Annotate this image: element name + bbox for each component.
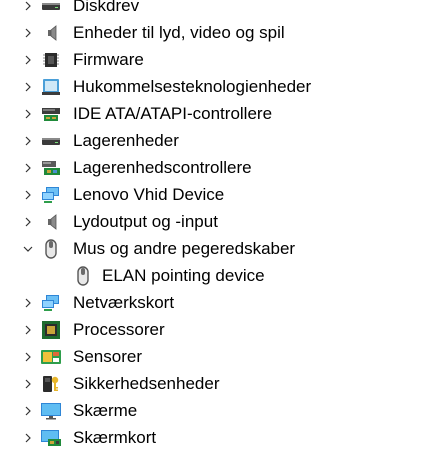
tree-item-netvaerkskort[interactable]: Netværkskort [0, 289, 437, 316]
chevron-right-icon[interactable] [20, 127, 36, 154]
tree-item-lagerenhedscontrollere[interactable]: Lagerenhedscontrollere [0, 154, 437, 181]
sensor-icon [40, 347, 62, 366]
chevron-right-icon[interactable] [20, 397, 36, 424]
chevron-right-icon[interactable] [20, 316, 36, 343]
device-tree: Diskdrev Enheder til lyd, video og spil … [0, 0, 437, 451]
mouse-icon [72, 265, 94, 286]
tree-item-firmware[interactable]: Firmware [0, 46, 437, 73]
tree-item-label: Lagerenheder [73, 131, 179, 150]
tree-item-label: Enheder til lyd, video og spil [73, 23, 285, 42]
tree-item-ide-ata-atapi-controllere[interactable]: IDE ATA/ATAPI-controllere [0, 100, 437, 127]
security-key-icon [40, 374, 62, 393]
chevron-right-icon[interactable] [20, 0, 36, 19]
chevron-down-icon[interactable] [20, 235, 36, 262]
chevron-right-icon[interactable] [20, 100, 36, 127]
tree-item-label: Sikkerhedsenheder [73, 374, 220, 393]
tree-item-diskdrev[interactable]: Diskdrev [0, 0, 437, 19]
chevron-right-icon[interactable] [20, 154, 36, 181]
network-monitor-icon [40, 293, 62, 312]
chevron-right-icon[interactable] [20, 19, 36, 46]
tree-item-label: Skærme [73, 401, 138, 420]
tree-item-label: Lydoutput og -input [73, 212, 218, 231]
memory-device-icon [40, 77, 62, 96]
storage-controller-icon [40, 158, 62, 177]
storage-drive-icon [40, 131, 62, 150]
tree-item-label: Hukommelsesteknologienheder [73, 77, 312, 96]
tree-item-skaermkort[interactable]: Skærmkort [0, 424, 437, 451]
disk-drive-icon [40, 0, 62, 15]
tree-item-lenovo-vhid-device[interactable]: Lenovo Vhid Device [0, 181, 437, 208]
speaker-icon [40, 212, 62, 231]
tree-item-label: Processorer [73, 320, 165, 339]
tree-item-hukommelsesteknologienheder[interactable]: Hukommelsesteknologienheder [0, 73, 437, 100]
network-monitor-icon [40, 185, 62, 204]
tree-item-sensorer[interactable]: Sensorer [0, 343, 437, 370]
tree-item-mus-og-andre-pegeredskaber[interactable]: Mus og andre pegeredskaber [0, 235, 437, 262]
tree-item-lagerenheder[interactable]: Lagerenheder [0, 127, 437, 154]
firmware-chip-icon [40, 50, 62, 69]
chevron-right-icon[interactable] [20, 73, 36, 100]
chevron-right-icon[interactable] [20, 343, 36, 370]
tree-item-lydoutput-og-input[interactable]: Lydoutput og -input [0, 208, 437, 235]
chevron-right-icon[interactable] [20, 424, 36, 451]
tree-item-label: Netværkskort [73, 293, 175, 312]
monitor-icon [40, 401, 62, 420]
ide-controller-icon [40, 104, 62, 123]
processor-icon [40, 320, 62, 339]
chevron-right-icon[interactable] [20, 46, 36, 73]
chevron-right-icon[interactable] [20, 370, 36, 397]
tree-item-label: IDE ATA/ATAPI-controllere [73, 104, 273, 123]
tree-item-label: Firmware [73, 50, 144, 69]
chevron-right-icon[interactable] [20, 289, 36, 316]
tree-item-label: Mus og andre pegeredskaber [73, 239, 296, 258]
speaker-icon [40, 23, 62, 42]
tree-item-label: Sensorer [73, 347, 142, 366]
tree-item-skaerme[interactable]: Skærme [0, 397, 437, 424]
mouse-icon [40, 238, 62, 259]
display-adapter-icon [40, 428, 62, 447]
tree-item-label: Skærmkort [73, 428, 157, 447]
tree-item-enheder-til-lyd-video-og-spil[interactable]: Enheder til lyd, video og spil [0, 19, 437, 46]
tree-item-sikkerhedsenheder[interactable]: Sikkerhedsenheder [0, 370, 437, 397]
chevron-right-icon[interactable] [20, 208, 36, 235]
tree-item-label: Lenovo Vhid Device [73, 185, 225, 204]
tree-item-processorer[interactable]: Processorer [0, 316, 437, 343]
tree-item-label: ELAN pointing device [102, 266, 265, 285]
tree-item-elan-pointing-device[interactable]: ELAN pointing device [0, 262, 437, 289]
tree-item-label: Diskdrev [73, 0, 140, 15]
chevron-right-icon[interactable] [20, 181, 36, 208]
tree-item-label: Lagerenhedscontrollere [73, 158, 252, 177]
